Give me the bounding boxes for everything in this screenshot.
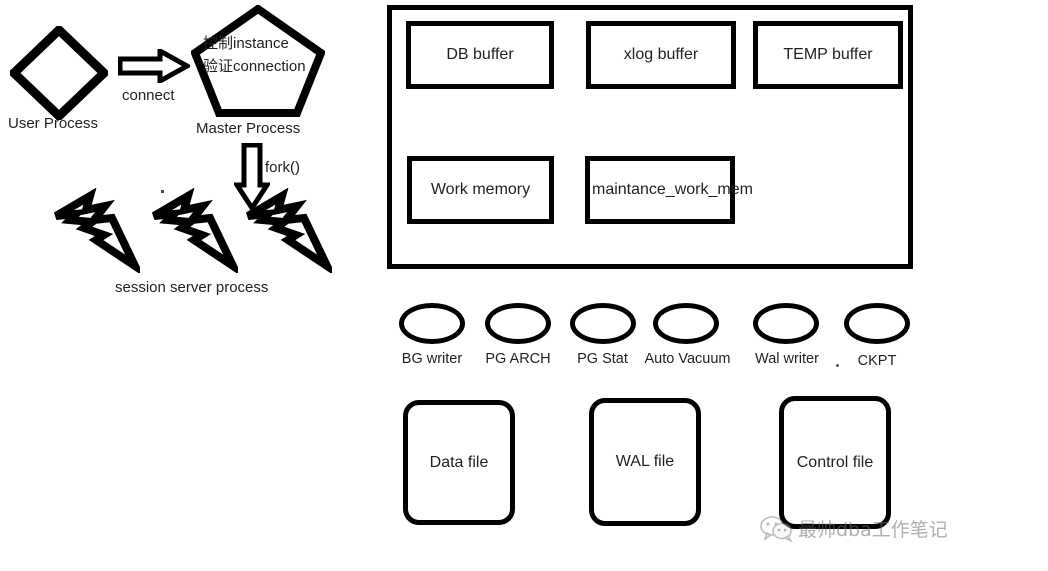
- connect-arrow: [118, 49, 190, 83]
- session-process-bolt-3[interactable]: [242, 187, 337, 278]
- xlog-buffer-box[interactable]: xlog buffer: [586, 21, 736, 89]
- diamond-shape-icon: [10, 26, 108, 120]
- connect-label: connect: [122, 87, 175, 104]
- pg-arch-ellipse[interactable]: [485, 303, 551, 344]
- pg-stat-ellipse[interactable]: [570, 303, 636, 344]
- data-file-box[interactable]: Data file: [403, 400, 515, 525]
- ckpt-label: CKPT: [857, 353, 897, 369]
- master-process-label: Master Process: [196, 120, 301, 137]
- lightning-bolt-icon: [245, 187, 337, 278]
- data-file-label: Data file: [429, 453, 489, 471]
- temp-buffer-box[interactable]: TEMP buffer: [753, 21, 903, 89]
- auto-vacuum-ellipse[interactable]: [653, 303, 719, 344]
- watermark: 最帅dba工作笔记: [760, 515, 948, 542]
- diagram-canvas: User Process connect 控制instance 验证connec…: [0, 0, 1048, 571]
- auto-vacuum-label: Auto Vacuum: [644, 351, 731, 367]
- bg-writer-ellipse[interactable]: [399, 303, 465, 344]
- control-file-label: Control file: [796, 453, 874, 471]
- right-arrow-icon: [118, 49, 190, 83]
- user-process-label: User Process: [8, 115, 99, 132]
- wal-file-label: WAL file: [615, 453, 675, 470]
- ckpt-ellipse[interactable]: [844, 303, 910, 344]
- wechat-logo-icon: [760, 515, 793, 542]
- wal-file-box[interactable]: WAL file: [589, 398, 701, 526]
- session-process-bolt-2[interactable]: [148, 187, 243, 278]
- master-process-shape[interactable]: [191, 5, 325, 117]
- pentagon-shape-icon: [191, 5, 325, 117]
- wal-writer-ellipse[interactable]: [753, 303, 819, 344]
- bg-writer-label: BG writer: [401, 351, 463, 367]
- fork-label: fork(): [265, 159, 300, 176]
- work-memory-box[interactable]: Work memory: [407, 156, 554, 224]
- label-separator-dot: [836, 364, 839, 367]
- maintance-work-mem-box[interactable]: maintance_work_mem: [585, 156, 753, 224]
- db-buffer-box[interactable]: DB buffer: [406, 21, 554, 89]
- db-buffer-label: DB buffer: [446, 46, 514, 63]
- lightning-bolt-icon: [151, 187, 243, 278]
- watermark-text: 最帅dba工作笔记: [798, 519, 948, 541]
- lightning-bolt-icon: [53, 187, 145, 278]
- user-process-shape[interactable]: [10, 26, 108, 120]
- maintance-work-mem-label: maintance_work_mem: [592, 181, 753, 199]
- pg-stat-label: PG Stat: [577, 351, 628, 367]
- control-file-box[interactable]: Control file: [779, 396, 891, 529]
- session-server-process-label: session server process: [115, 279, 269, 296]
- session-process-bolt-1[interactable]: [50, 187, 145, 278]
- work-memory-label: Work memory: [430, 181, 531, 198]
- temp-buffer-label: TEMP buffer: [783, 46, 873, 63]
- xlog-buffer-label: xlog buffer: [623, 46, 699, 63]
- bolt-speck: [161, 190, 164, 193]
- pg-arch-label: PG ARCH: [485, 351, 551, 367]
- wal-writer-label: Wal writer: [755, 351, 819, 367]
